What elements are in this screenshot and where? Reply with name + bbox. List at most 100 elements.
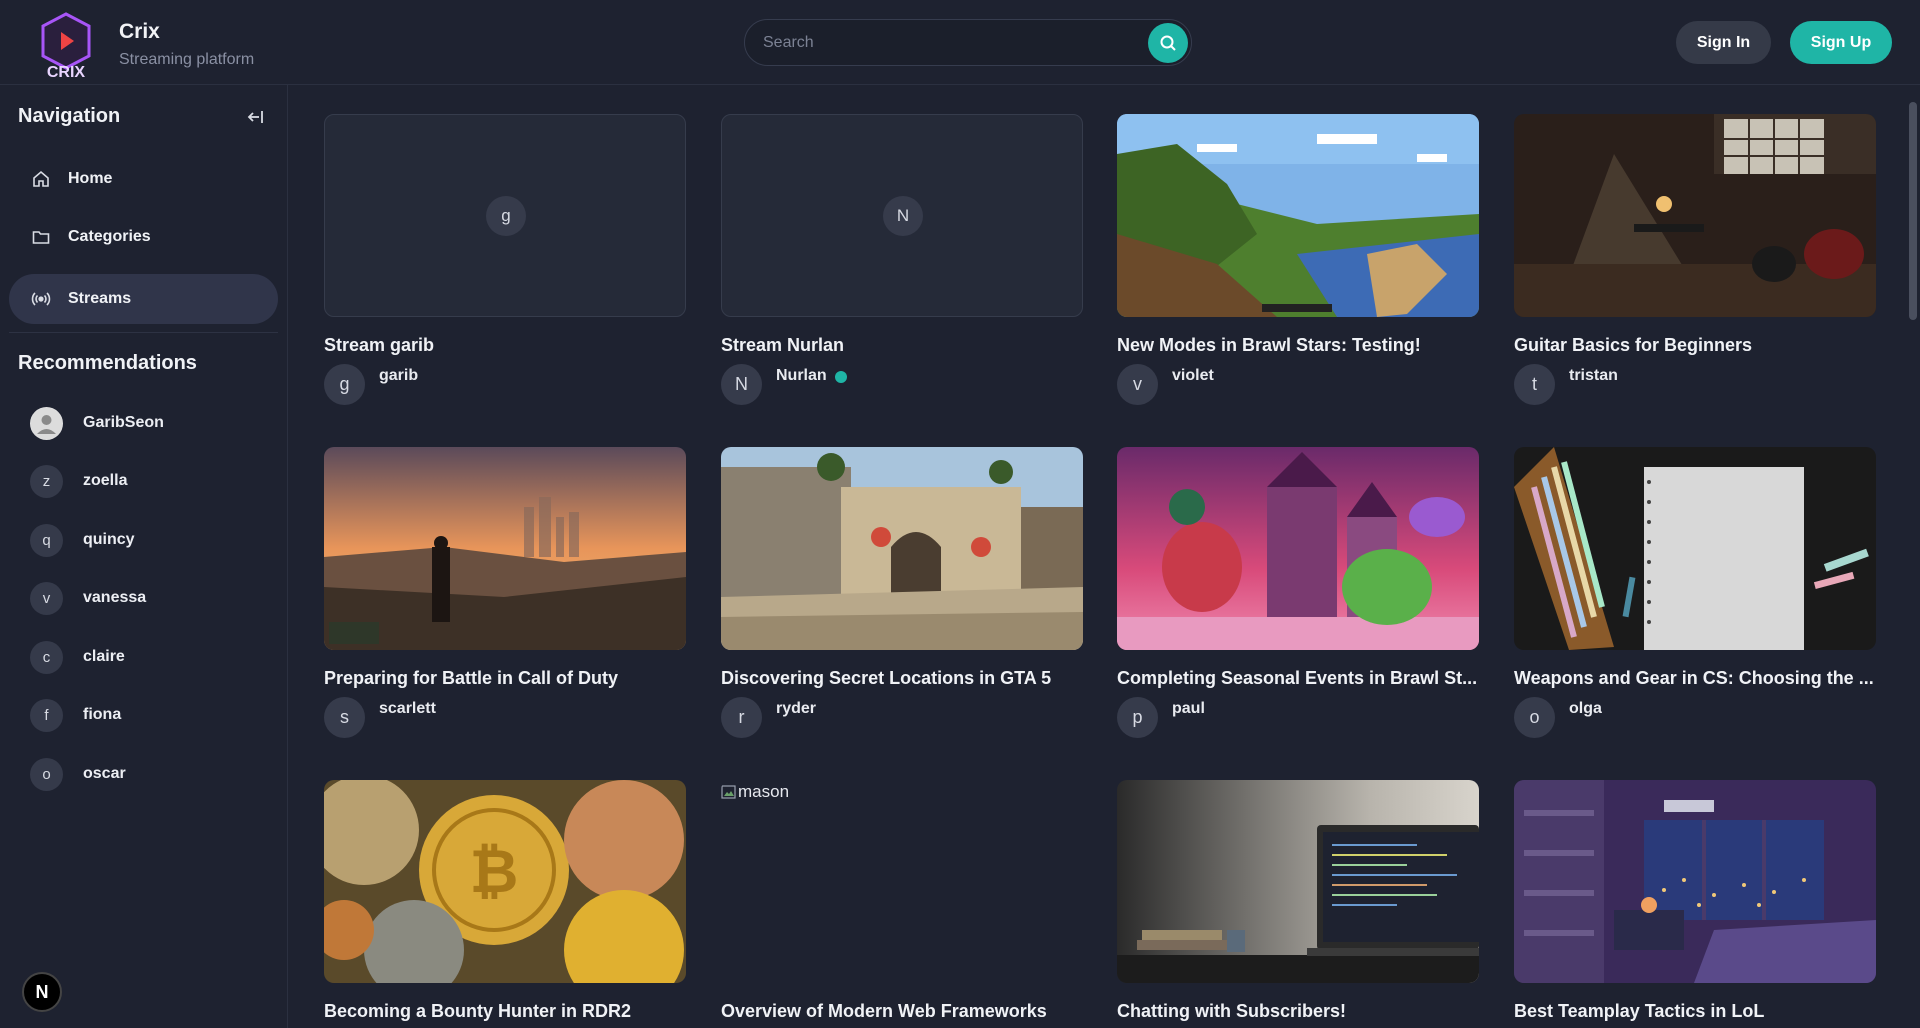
scrollbar-thumb[interactable] <box>1909 102 1917 320</box>
stream-streamer: N Nurlan <box>721 364 1083 406</box>
search-input[interactable] <box>763 20 1133 65</box>
stream-title[interactable]: Discovering Secret Locations in GTA 5 <box>721 667 1083 689</box>
recommendation-garibseon[interactable]: GaribSeon <box>30 406 164 440</box>
stream-title[interactable]: Overview of Modern Web Frameworks <box>721 1000 1083 1022</box>
streamer-name[interactable]: Nurlan <box>776 367 827 385</box>
search-bar <box>744 19 1192 66</box>
page-scrollbar[interactable] <box>1906 85 1920 1028</box>
streamer-name[interactable]: tristan <box>1569 367 1618 385</box>
stream-title[interactable]: Stream Nurlan <box>721 334 1083 356</box>
logo-text: CRIX <box>47 64 86 79</box>
collapse-sidebar-icon[interactable] <box>246 107 266 127</box>
avatar[interactable]: v <box>1117 364 1158 405</box>
stream-thumbnail[interactable] <box>1514 780 1876 983</box>
broken-image-alt-text: mason <box>738 782 790 801</box>
recommendation-zoella[interactable]: z zoella <box>30 464 127 498</box>
stream-title[interactable]: Stream garib <box>324 334 686 356</box>
recommendation-fiona[interactable]: f fiona <box>30 698 121 732</box>
streamer-name[interactable]: olga <box>1569 700 1602 718</box>
recommendation-name: quincy <box>83 531 135 548</box>
stream-thumbnail[interactable] <box>1514 447 1876 650</box>
recommendations-heading: Recommendations <box>18 352 197 374</box>
game-map-image <box>721 447 1083 650</box>
brand: Crix Streaming platform <box>119 19 254 71</box>
sidebar-item-streams[interactable]: Streams <box>9 274 278 324</box>
sidebar-item-categories[interactable]: Categories <box>9 212 278 262</box>
dev-badge[interactable]: N <box>22 972 62 1012</box>
recommendation-vanessa[interactable]: v vanessa <box>30 581 146 615</box>
avatar: q <box>30 523 63 557</box>
stream-card[interactable]: New Modes in Brawl Stars: Testing! v vio… <box>1117 114 1479 406</box>
home-icon <box>31 169 51 189</box>
stream-streamer: r ryder <box>721 697 1083 739</box>
avatar[interactable]: t <box>1514 364 1555 405</box>
stream-card[interactable]: g Stream garib g garib <box>324 114 686 406</box>
stream-card[interactable]: Best Teamplay Tactics in LoL <box>1514 780 1876 1022</box>
recommendation-name: GaribSeon <box>83 414 164 431</box>
stream-title[interactable]: Best Teamplay Tactics in LoL <box>1514 1000 1876 1022</box>
stream-title[interactable]: Preparing for Battle in Call of Duty <box>324 667 686 689</box>
avatar[interactable]: p <box>1117 697 1158 738</box>
night-bedroom-image <box>1514 780 1876 983</box>
avatar[interactable]: r <box>721 697 762 738</box>
recommendation-quincy[interactable]: q quincy <box>30 523 135 557</box>
top-header: CRIX Crix Streaming platform Sign In Sig… <box>0 0 1920 85</box>
stream-card[interactable]: N Stream Nurlan N Nurlan <box>721 114 1083 406</box>
stream-card[interactable]: Discovering Secret Locations in GTA 5 r … <box>721 447 1083 739</box>
stream-thumbnail[interactable]: g <box>324 114 686 317</box>
avatar[interactable]: o <box>1514 697 1555 738</box>
brand-name: Crix <box>119 20 160 43</box>
avatar[interactable]: g <box>324 364 365 405</box>
stream-thumbnail[interactable] <box>324 447 686 650</box>
stream-title[interactable]: Becoming a Bounty Hunter in RDR2 <box>324 1000 686 1022</box>
sign-up-button[interactable]: Sign Up <box>1790 21 1892 64</box>
stream-thumbnail[interactable]: mason <box>721 780 1083 983</box>
stream-card[interactable]: Weapons and Gear in CS: Choosing the ...… <box>1514 447 1876 739</box>
stream-thumbnail[interactable]: ₿ <box>324 780 686 983</box>
streamer-name[interactable]: ryder <box>776 700 816 718</box>
thumbnail-initial: g <box>486 196 526 236</box>
stream-thumbnail[interactable]: N <box>721 114 1083 317</box>
streamer-name[interactable]: garib <box>379 367 418 385</box>
avatar[interactable]: N <box>721 364 762 405</box>
streamer-name[interactable]: scarlett <box>379 700 436 718</box>
stream-card[interactable]: Guitar Basics for Beginners t tristan <box>1514 114 1876 406</box>
recommendation-claire[interactable]: c claire <box>30 640 125 674</box>
stream-title[interactable]: New Modes in Brawl Stars: Testing! <box>1117 334 1479 356</box>
streamer-name[interactable]: paul <box>1172 700 1205 718</box>
recommendation-oscar[interactable]: o oscar <box>30 757 126 791</box>
crix-logo[interactable]: CRIX <box>36 11 96 81</box>
recommendation-name: fiona <box>83 706 122 723</box>
sunset-city-image <box>324 447 686 650</box>
stream-title[interactable]: Chatting with Subscribers! <box>1117 1000 1479 1022</box>
avatar: o <box>30 757 63 791</box>
stream-card[interactable]: Chatting with Subscribers! <box>1117 780 1479 1022</box>
user-avatar-icon <box>30 407 63 439</box>
svg-text:₿: ₿ <box>470 837 519 907</box>
search-button[interactable] <box>1148 23 1188 63</box>
streamer-name[interactable]: violet <box>1172 367 1214 385</box>
stream-title[interactable]: Completing Seasonal Events in Brawl St..… <box>1117 667 1479 689</box>
avatar[interactable]: s <box>324 697 365 738</box>
art-supplies-image <box>1514 447 1876 650</box>
stream-card[interactable]: mason Overview of Modern Web Frameworks <box>721 780 1083 1022</box>
sidebar-item-label: Home <box>68 170 113 187</box>
folder-icon <box>31 227 51 247</box>
avatar: z <box>30 464 63 498</box>
sign-in-button[interactable]: Sign In <box>1676 21 1771 64</box>
broken-image-icon <box>721 785 736 799</box>
stream-thumbnail[interactable] <box>721 447 1083 650</box>
stream-card[interactable]: Preparing for Battle in Call of Duty s s… <box>324 447 686 739</box>
stream-title[interactable]: Weapons and Gear in CS: Choosing the ... <box>1514 667 1876 689</box>
stream-title[interactable]: Guitar Basics for Beginners <box>1514 334 1876 356</box>
sidebar-item-home[interactable]: Home <box>9 154 278 204</box>
sidebar-item-label: Categories <box>68 228 151 245</box>
stream-streamer: s scarlett <box>324 697 686 739</box>
stream-thumbnail[interactable] <box>1514 114 1876 317</box>
stream-card[interactable]: Completing Seasonal Events in Brawl St..… <box>1117 447 1479 739</box>
stream-card[interactable]: ₿ Becoming a Bounty Hunter in RDR2 <box>324 780 686 1022</box>
stream-thumbnail[interactable] <box>1117 780 1479 983</box>
minecraft-landscape-image <box>1117 114 1479 317</box>
stream-thumbnail[interactable] <box>1117 447 1479 650</box>
stream-thumbnail[interactable] <box>1117 114 1479 317</box>
